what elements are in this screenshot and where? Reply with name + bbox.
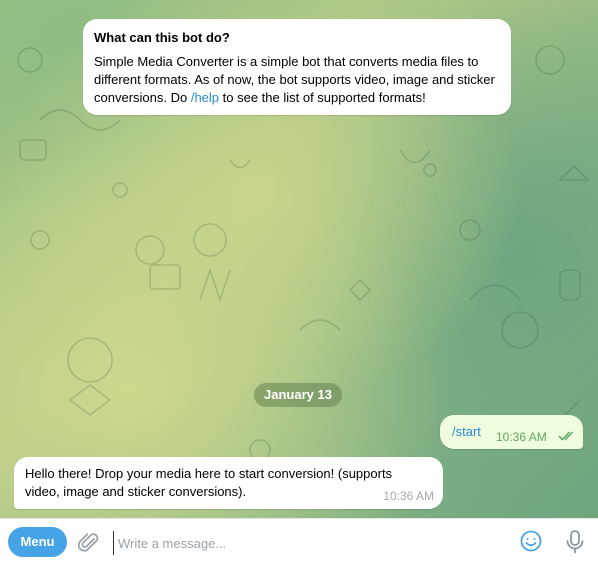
bot-description-title: What can this bot do? [94,30,230,45]
bot-description-card: What can this bot do? Simple Media Conve… [83,19,511,115]
bot-description-text-end: to see the list of supported formats! [219,90,426,105]
outgoing-message[interactable]: /start 10:36 AM [440,415,583,449]
double-check-icon [558,431,574,441]
message-input[interactable] [113,531,510,555]
message-time: 10:36 AM [383,489,434,503]
message-text: Hello there! Drop your media here to sta… [25,466,393,499]
date-separator: January 13 [254,383,342,407]
menu-button[interactable]: Menu [8,527,67,557]
incoming-message[interactable]: Hello there! Drop your media here to sta… [14,457,443,509]
bot-description-text: Simple Media Converter is a simple bot t… [94,53,506,107]
message-time: 10:36 AM [496,430,547,444]
paperclip-icon[interactable] [78,530,100,554]
microphone-icon[interactable] [565,529,585,555]
chat-background: What can this bot do? Simple Media Conve… [0,0,598,518]
help-command-link[interactable]: /help [191,90,219,105]
message-composer: Menu [0,518,598,564]
emoji-icon[interactable] [520,530,542,552]
start-command-link[interactable]: /start [452,424,481,439]
